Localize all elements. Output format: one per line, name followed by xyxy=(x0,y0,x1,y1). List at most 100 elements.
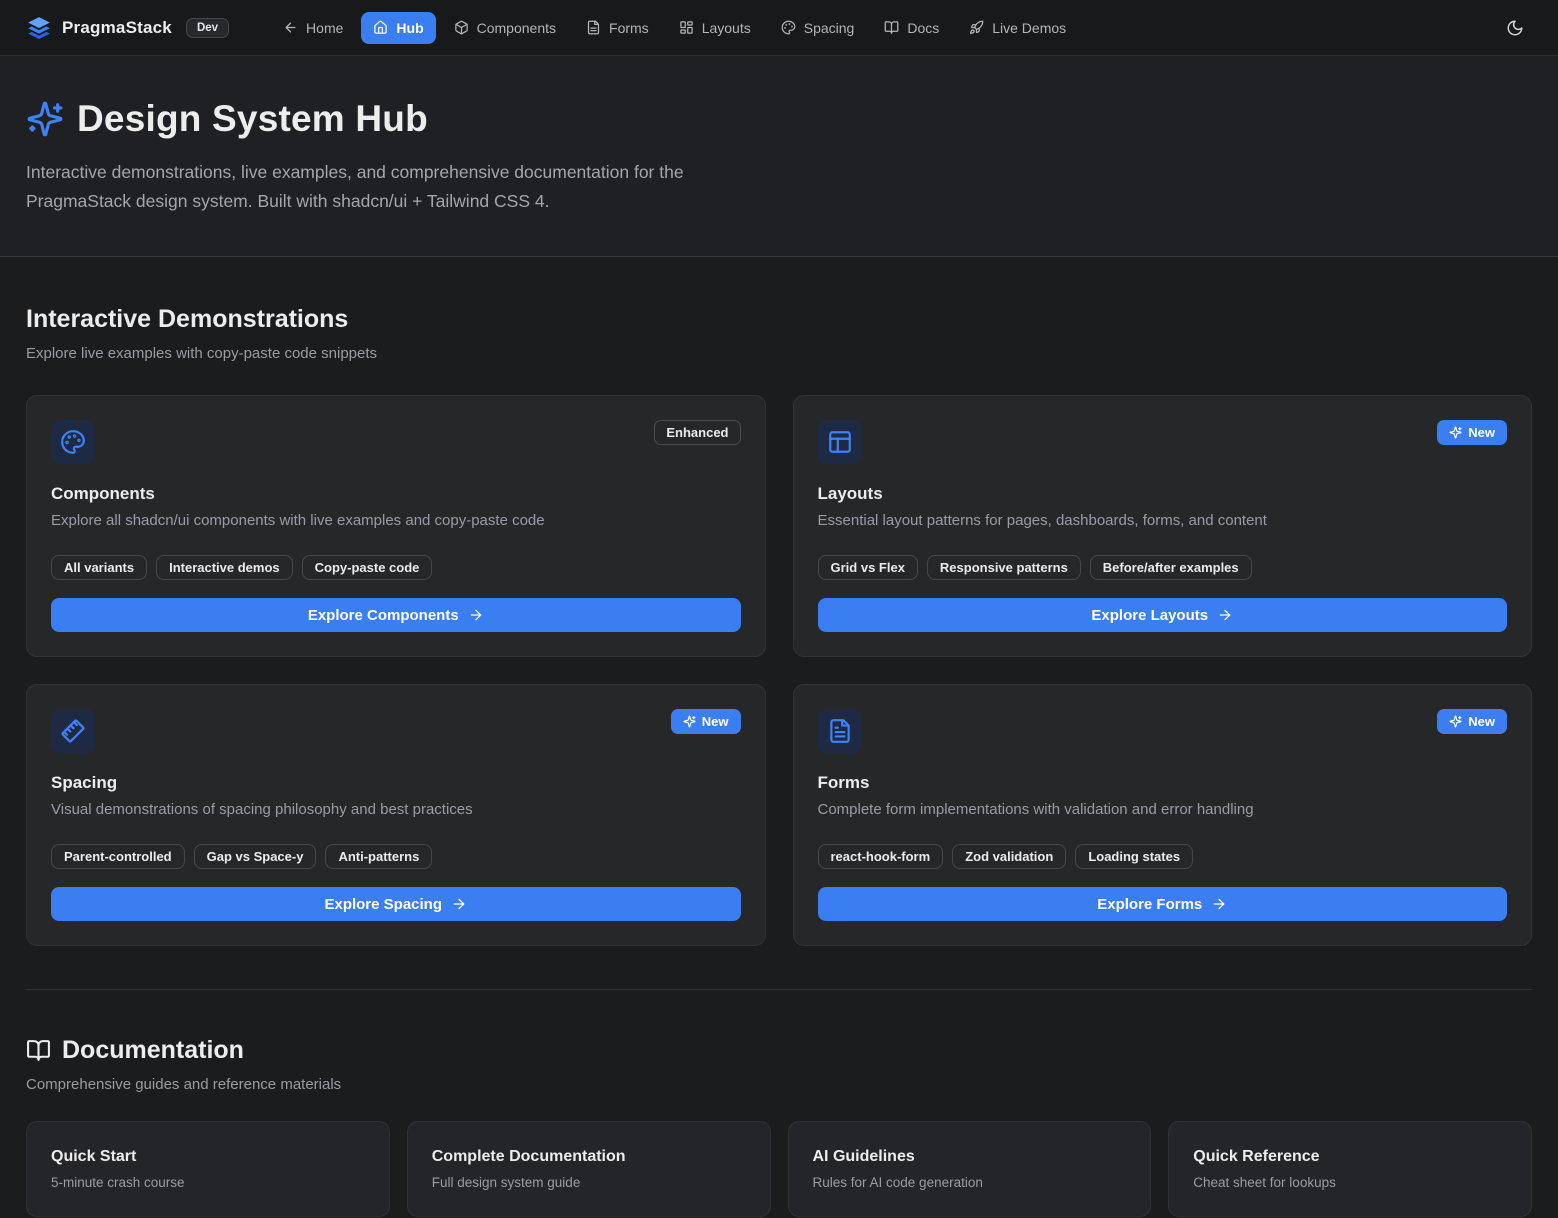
tag: Responsive patterns xyxy=(927,555,1081,580)
doc-card-description: Full design system guide xyxy=(432,1175,746,1190)
tag-list: Grid vs Flex Responsive patterns Before/… xyxy=(818,555,1508,580)
arrow-right-icon xyxy=(1211,896,1227,912)
new-badge: New xyxy=(671,709,741,734)
card-description: Essential layout patterns for pages, das… xyxy=(818,512,1508,529)
tag: Gap vs Space-y xyxy=(194,844,317,869)
hero-section: Design System Hub Interactive demonstrat… xyxy=(0,56,1558,257)
arrow-left-icon xyxy=(283,20,298,35)
page-subtitle: Interactive demonstrations, live example… xyxy=(26,158,771,216)
tag: Zod validation xyxy=(952,844,1066,869)
arrow-right-icon xyxy=(1217,607,1233,623)
doc-card-grid: Quick Start 5-minute crash course Comple… xyxy=(26,1121,1532,1217)
layers-logo-icon xyxy=(26,15,52,41)
nav-item-spacing[interactable]: Spacing xyxy=(769,12,867,44)
demo-card-grid: Enhanced Components Explore all shadcn/u… xyxy=(26,395,1532,946)
tag: Loading states xyxy=(1075,844,1193,869)
sparkles-icon xyxy=(26,100,64,138)
cta-label: Explore Forms xyxy=(1097,896,1202,913)
card-description: Complete form implementations with valid… xyxy=(818,801,1508,818)
moon-icon xyxy=(1506,19,1524,37)
doc-card-description: 5-minute crash course xyxy=(51,1175,365,1190)
new-badge-label: New xyxy=(1468,425,1495,440)
new-badge-label: New xyxy=(702,714,729,729)
new-badge: New xyxy=(1437,709,1507,734)
cta-label: Explore Layouts xyxy=(1091,607,1208,624)
doc-card-quick-reference[interactable]: Quick Reference Cheat sheet for lookups xyxy=(1168,1121,1532,1217)
page-title: Design System Hub xyxy=(77,98,428,140)
doc-card-complete-documentation[interactable]: Complete Documentation Full design syste… xyxy=(407,1121,771,1217)
card-description: Explore all shadcn/ui components with li… xyxy=(51,512,741,529)
sparkles-icon xyxy=(1449,715,1462,728)
nav-item-components[interactable]: Components xyxy=(442,12,568,44)
card-title: Spacing xyxy=(51,773,741,793)
nav-label: Docs xyxy=(907,20,939,36)
doc-card-title: AI Guidelines xyxy=(813,1148,1127,1166)
docs-heading: Documentation xyxy=(62,1036,244,1065)
rocket-icon xyxy=(969,20,984,35)
doc-card-description: Cheat sheet for lookups xyxy=(1193,1175,1507,1190)
doc-card-title: Complete Documentation xyxy=(432,1148,746,1166)
doc-card-description: Rules for AI code generation xyxy=(813,1175,1127,1190)
explore-layouts-button[interactable]: Explore Layouts xyxy=(818,598,1508,632)
tag: Anti-patterns xyxy=(325,844,432,869)
new-badge: New xyxy=(1437,420,1507,445)
doc-card-title: Quick Reference xyxy=(1193,1148,1507,1166)
book-open-icon xyxy=(26,1038,51,1063)
enhanced-badge: Enhanced xyxy=(654,420,740,445)
card-title: Layouts xyxy=(818,484,1508,504)
nav-item-forms[interactable]: Forms xyxy=(574,12,661,44)
sparkles-icon xyxy=(683,715,696,728)
explore-forms-button[interactable]: Explore Forms xyxy=(818,887,1508,921)
brand[interactable]: PragmaStack Dev xyxy=(26,15,229,41)
explore-components-button[interactable]: Explore Components xyxy=(51,598,741,632)
demo-card-components: Enhanced Components Explore all shadcn/u… xyxy=(26,395,766,657)
nav-label: Layouts xyxy=(702,20,751,36)
nav-label: Hub xyxy=(396,20,423,36)
cta-label: Explore Components xyxy=(308,607,459,624)
demo-card-layouts: New Layouts Essential layout patterns fo… xyxy=(793,395,1533,657)
theme-toggle-button[interactable] xyxy=(1498,11,1532,45)
tag: Parent-controlled xyxy=(51,844,185,869)
doc-card-title: Quick Start xyxy=(51,1148,365,1166)
nav-item-home[interactable]: Home xyxy=(271,12,355,44)
navbar: PragmaStack Dev Home Hub Components Fo xyxy=(0,0,1558,56)
tag: react-hook-form xyxy=(818,844,944,869)
tag: Before/after examples xyxy=(1090,555,1252,580)
main-content: Interactive Demonstrations Explore live … xyxy=(0,305,1558,1217)
tag-list: Parent-controlled Gap vs Space-y Anti-pa… xyxy=(51,844,741,869)
docs-heading-row: Documentation xyxy=(26,1036,1532,1065)
nav-item-layouts[interactable]: Layouts xyxy=(667,12,763,44)
main-nav: Home Hub Components Forms Layouts xyxy=(271,12,1078,44)
arrow-right-icon xyxy=(468,607,484,623)
nav-label: Live Demos xyxy=(992,20,1066,36)
nav-item-docs[interactable]: Docs xyxy=(872,12,951,44)
tag-list: All variants Interactive demos Copy-past… xyxy=(51,555,741,580)
sparkles-icon xyxy=(1449,426,1462,439)
file-text-icon xyxy=(586,20,601,35)
file-text-icon xyxy=(818,709,862,753)
tag-list: react-hook-form Zod validation Loading s… xyxy=(818,844,1508,869)
card-description: Visual demonstrations of spacing philoso… xyxy=(51,801,741,818)
explore-spacing-button[interactable]: Explore Spacing xyxy=(51,887,741,921)
home-icon xyxy=(373,20,388,35)
docs-subheading: Comprehensive guides and reference mater… xyxy=(26,1076,1532,1093)
nav-item-live-demos[interactable]: Live Demos xyxy=(957,12,1078,44)
palette-icon xyxy=(781,20,796,35)
new-badge-label: New xyxy=(1468,714,1495,729)
ruler-icon xyxy=(51,709,95,753)
nav-item-hub[interactable]: Hub xyxy=(361,12,435,44)
dev-badge: Dev xyxy=(186,18,229,38)
doc-card-quick-start[interactable]: Quick Start 5-minute crash course xyxy=(26,1121,390,1217)
demo-card-spacing: New Spacing Visual demonstrations of spa… xyxy=(26,684,766,946)
card-title: Forms xyxy=(818,773,1508,793)
nav-label: Forms xyxy=(609,20,649,36)
doc-card-ai-guidelines[interactable]: AI Guidelines Rules for AI code generati… xyxy=(788,1121,1152,1217)
cta-label: Explore Spacing xyxy=(324,896,442,913)
demos-heading: Interactive Demonstrations xyxy=(26,305,1532,334)
nav-label: Components xyxy=(477,20,556,36)
demos-subheading: Explore live examples with copy-paste co… xyxy=(26,345,1532,362)
section-divider xyxy=(26,989,1532,990)
tag: Interactive demos xyxy=(156,555,293,580)
package-icon xyxy=(454,20,469,35)
palette-icon xyxy=(51,420,95,464)
